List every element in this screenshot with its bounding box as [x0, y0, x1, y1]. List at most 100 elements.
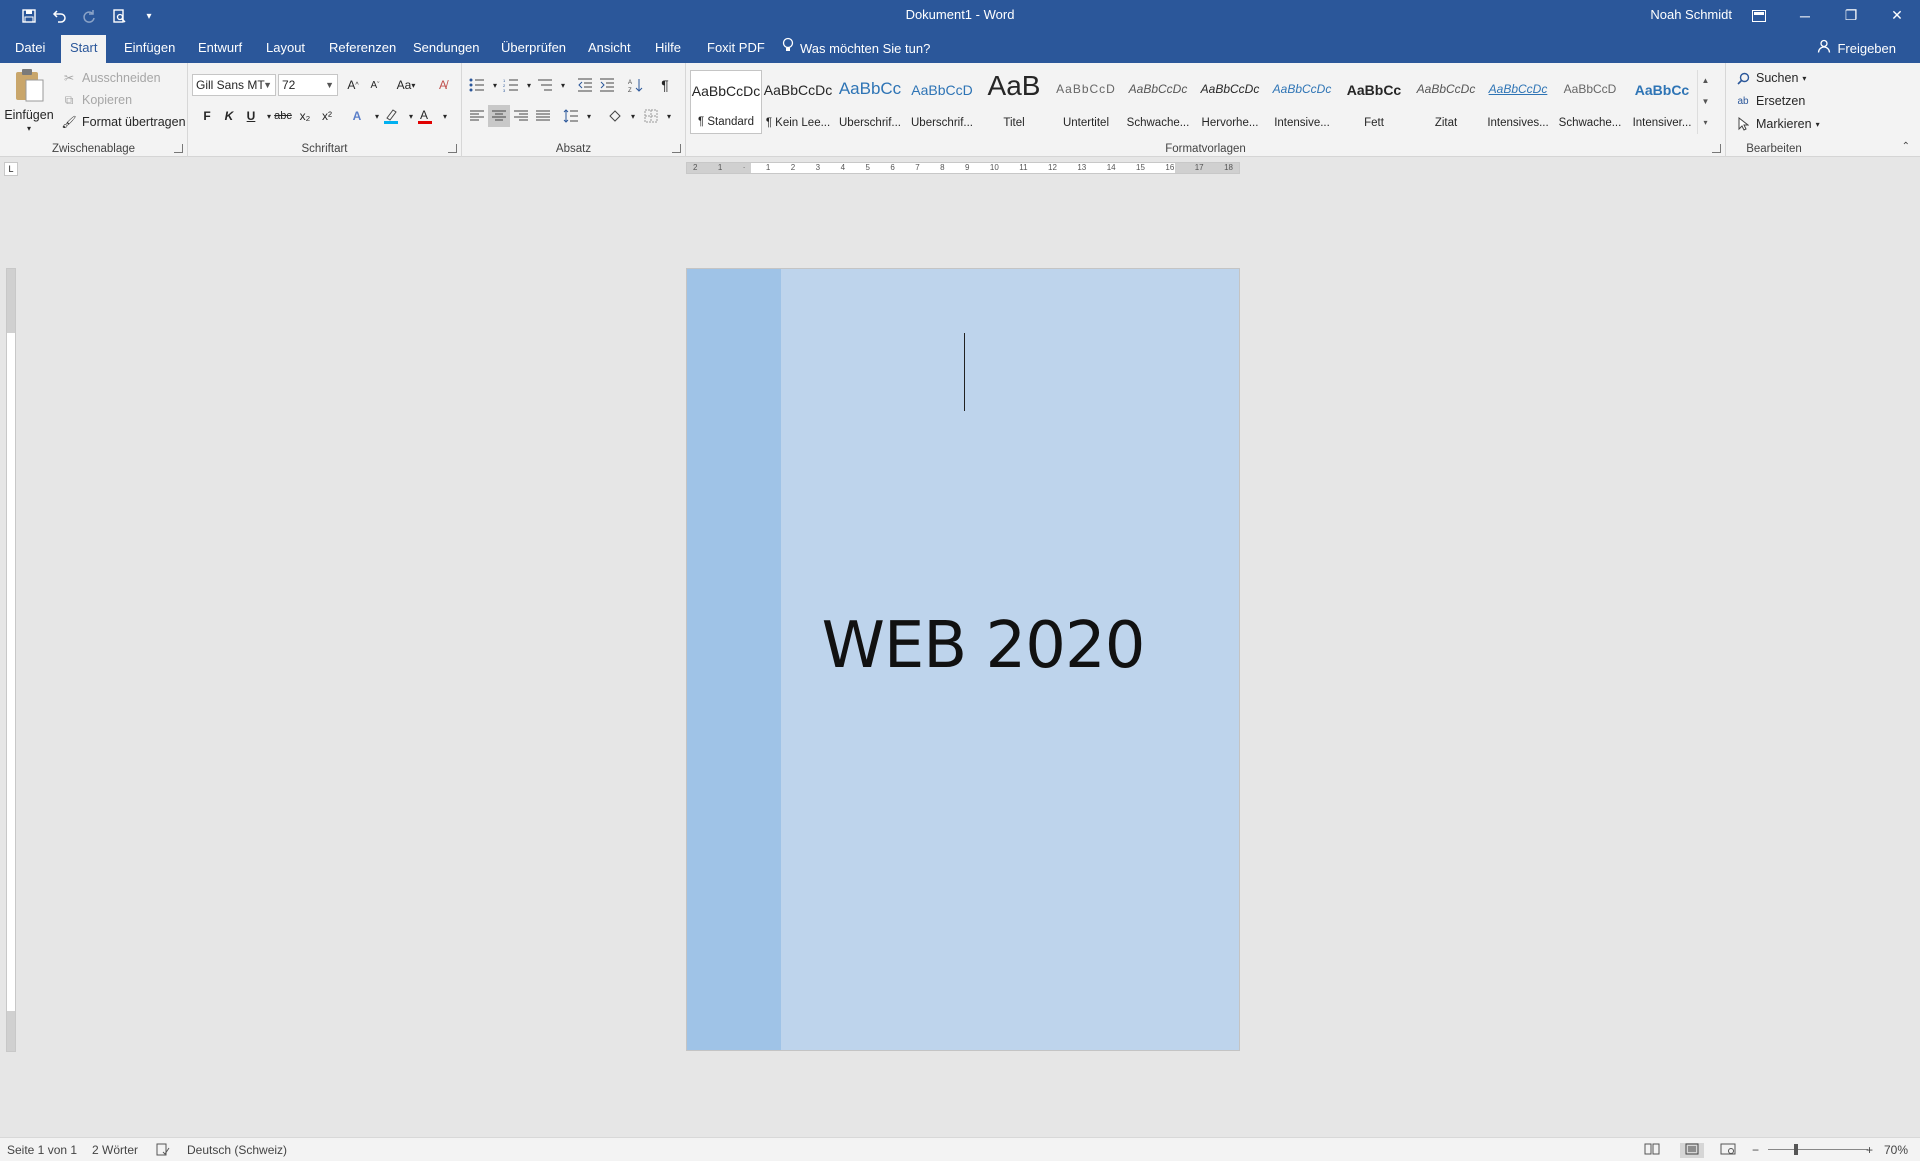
- tab-ansicht[interactable]: Ansicht: [579, 35, 640, 63]
- document-page[interactable]: WEB 2020: [686, 268, 1240, 1051]
- style-untertitel[interactable]: AaBbCcD Untertitel: [1050, 70, 1122, 134]
- tab-hilfe[interactable]: Hilfe: [646, 35, 690, 63]
- bold-button[interactable]: F: [196, 105, 218, 127]
- font-size-combo[interactable]: 72 ▼: [278, 74, 338, 96]
- print-layout-icon[interactable]: [1680, 1143, 1704, 1158]
- tab-ueberpruefen[interactable]: Überprüfen: [492, 35, 575, 63]
- font-launcher-icon[interactable]: [448, 144, 457, 153]
- style-schwacher-verweis[interactable]: AaBbCcD Schwache...: [1554, 70, 1626, 134]
- ribbon: Einfügen ▾ ✂ Ausschneiden ⧉ Kopieren 🖌 F…: [0, 63, 1920, 157]
- ribbon-display-options-icon[interactable]: [1736, 0, 1782, 31]
- find-button[interactable]: Suchen ▾: [1734, 69, 1806, 87]
- format-painter-button[interactable]: 🖌 Format übertragen: [60, 113, 185, 131]
- page-count[interactable]: Seite 1 von 1: [7, 1143, 77, 1157]
- style-titel[interactable]: AaB Titel: [978, 70, 1050, 134]
- tab-entwurf[interactable]: Entwurf: [189, 35, 251, 63]
- clipboard-launcher-icon[interactable]: [174, 144, 183, 153]
- styles-launcher-icon[interactable]: [1712, 144, 1721, 153]
- zoom-in-icon[interactable]: +: [1866, 1143, 1873, 1157]
- collapse-ribbon-icon[interactable]: ⌃: [1902, 141, 1910, 152]
- paragraph-launcher-icon[interactable]: [672, 144, 681, 153]
- font-family-value: Gill Sans MT: [196, 78, 265, 92]
- copy-button[interactable]: ⧉ Kopieren: [60, 91, 132, 109]
- style-schwache-hervorhebung[interactable]: AaBbCcDc Schwache...: [1122, 70, 1194, 134]
- proofing-icon[interactable]: [156, 1143, 170, 1159]
- tab-datei[interactable]: Datei: [6, 35, 54, 63]
- sort-icon[interactable]: AZ: [624, 74, 646, 96]
- word-count[interactable]: 2 Wörter: [92, 1143, 138, 1157]
- horizontal-ruler[interactable]: 2 1 · 1 2 3 4 5 6 7 8 9 10 11 12 13 14 15 16 17 18: [686, 162, 1240, 174]
- tab-referenzen[interactable]: Referenzen: [320, 35, 405, 63]
- zoom-out-icon[interactable]: −: [1752, 1143, 1759, 1157]
- grow-font-button[interactable]: A ^: [342, 74, 364, 96]
- style-fett[interactable]: AaBbCc Fett: [1338, 70, 1410, 134]
- user-name[interactable]: Noah Schmidt: [1650, 7, 1732, 22]
- text-effects-icon[interactable]: A: [346, 105, 368, 127]
- select-button[interactable]: Markieren ▾: [1734, 115, 1820, 133]
- scroll-up-icon[interactable]: ▲: [1698, 70, 1713, 91]
- style-kein-leerraum[interactable]: AaBbCcDc ¶ Kein Lee...: [762, 70, 834, 134]
- tab-layout[interactable]: Layout: [257, 35, 314, 63]
- font-color-dropdown-icon[interactable]: ▾: [434, 105, 456, 127]
- shrink-font-button[interactable]: Aˇ: [364, 74, 386, 96]
- scroll-down-icon[interactable]: ▼: [1698, 91, 1713, 112]
- style-zitat[interactable]: AaBbCcDc Zitat: [1410, 70, 1482, 134]
- strikethrough-button[interactable]: abc: [272, 105, 294, 127]
- italic-button[interactable]: K: [218, 105, 240, 127]
- show-formatting-marks-icon[interactable]: ¶: [654, 74, 676, 96]
- tab-foxit-pdf[interactable]: Foxit PDF: [698, 35, 774, 63]
- highlight-icon[interactable]: [380, 105, 402, 127]
- vertical-ruler[interactable]: [6, 268, 16, 1052]
- decrease-indent-icon[interactable]: [574, 74, 596, 96]
- line-spacing-dropdown-icon[interactable]: ▾: [578, 105, 600, 127]
- tab-sendungen[interactable]: Sendungen: [404, 35, 489, 63]
- copy-label: Kopieren: [82, 93, 133, 107]
- style-intensive-hervorhebung[interactable]: AaBbCcDc Intensive...: [1266, 70, 1338, 134]
- style-ueberschrift-2[interactable]: AaBbCcD Überschrif...: [906, 70, 978, 134]
- paste-button[interactable]: Einfügen ▾: [4, 67, 54, 133]
- style-preview: AaBbCcD: [911, 82, 973, 98]
- align-right-icon[interactable]: [510, 105, 532, 127]
- align-left-icon[interactable]: [466, 105, 488, 127]
- style-intensives-zitat[interactable]: AaBbCcDc Intensives...: [1482, 70, 1554, 134]
- share-button[interactable]: Freigeben: [1817, 35, 1896, 63]
- scissors-icon: ✂: [63, 71, 75, 85]
- tab-stop-selector[interactable]: L: [4, 162, 18, 176]
- language-indicator[interactable]: Deutsch (Schweiz): [187, 1143, 287, 1157]
- web-layout-icon[interactable]: [1720, 1143, 1736, 1158]
- read-mode-icon[interactable]: [1644, 1143, 1660, 1158]
- replace-button[interactable]: ab Ersetzen: [1734, 92, 1805, 110]
- increase-indent-icon[interactable]: [596, 74, 618, 96]
- style-name: Zitat: [1434, 117, 1458, 129]
- align-center-icon[interactable]: [488, 105, 510, 127]
- clear-formatting-icon[interactable]: A̸: [432, 74, 454, 96]
- ruler-tick-label: 8: [940, 163, 945, 172]
- style-intensiver-verweis[interactable]: AaBbCc Intensiver...: [1626, 70, 1698, 134]
- change-case-button[interactable]: Aa ▾: [392, 74, 420, 96]
- justify-icon[interactable]: [532, 105, 554, 127]
- zoom-level[interactable]: 70%: [1884, 1143, 1908, 1157]
- close-button[interactable]: ✕: [1874, 0, 1920, 31]
- restore-button[interactable]: ❐: [1828, 0, 1874, 31]
- zoom-slider-thumb[interactable]: [1794, 1144, 1798, 1155]
- font-family-combo[interactable]: Gill Sans MT ▼: [192, 74, 276, 96]
- tab-einfuegen[interactable]: Einfügen: [115, 35, 184, 63]
- multilevel-dropdown-icon[interactable]: ▾: [552, 74, 574, 96]
- tab-start[interactable]: Start: [61, 35, 107, 63]
- clipboard-icon: [13, 67, 45, 106]
- gallery-more-icon[interactable]: ▾: [1698, 112, 1713, 133]
- minimize-button[interactable]: ─: [1782, 0, 1828, 31]
- zoom-slider-track[interactable]: [1768, 1149, 1868, 1150]
- superscript-button[interactable]: x²: [316, 105, 338, 127]
- style-name: ¶ Kein Lee...: [765, 117, 831, 129]
- style-hervorhebung[interactable]: AaBbCcDc Hervorhe...: [1194, 70, 1266, 134]
- style-standard[interactable]: AaBbCcDc ¶ Standard: [690, 70, 762, 134]
- subscript-button[interactable]: x₂: [294, 105, 316, 127]
- tell-me-box[interactable]: Was möchten Sie tun?: [782, 35, 930, 63]
- title-bar: ▾ Dokument1 - Word Noah Schmidt ─ ❐ ✕: [0, 0, 1920, 31]
- font-color-icon[interactable]: A: [414, 105, 436, 127]
- cut-button[interactable]: ✂ Ausschneiden: [60, 69, 161, 87]
- style-ueberschrift-1[interactable]: AaBbCc Überschrif...: [834, 70, 906, 134]
- borders-dropdown-icon[interactable]: ▾: [658, 105, 680, 127]
- document-headline[interactable]: WEB 2020: [687, 609, 1239, 683]
